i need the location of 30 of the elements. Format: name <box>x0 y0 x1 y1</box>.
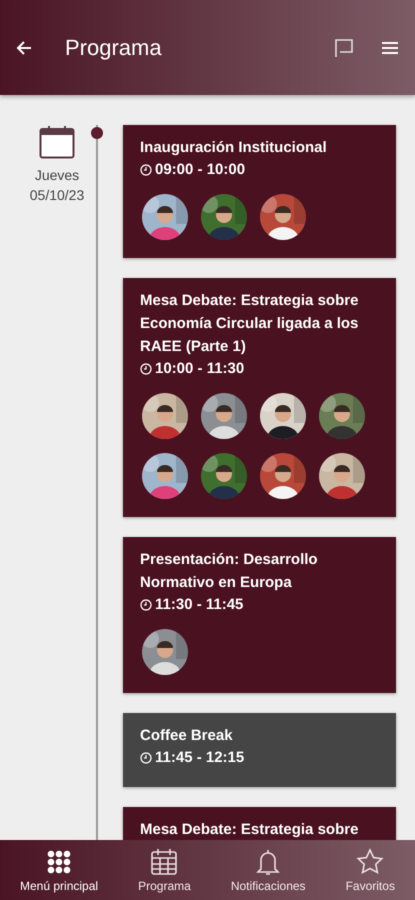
star-icon <box>355 847 386 877</box>
clock-icon <box>140 164 152 176</box>
nav-tab[interactable]: Notificaciones <box>226 845 310 895</box>
session-title: Coffee Break <box>140 726 234 746</box>
clock-icon <box>140 599 152 611</box>
page-title: Programa <box>65 34 163 60</box>
session-time: 09:00 - 10:00 <box>155 160 246 180</box>
nav-tab[interactable]: Programa <box>134 845 195 895</box>
session-time: 11:30 - 11:45 <box>155 595 244 615</box>
session-time: 11:45 - 12:15 <box>155 748 244 768</box>
break-card[interactable]: Coffee Break 11:45 - 12:15 <box>123 713 396 787</box>
calendar-icon <box>149 847 180 877</box>
session-title: Inauguración Institucional <box>140 138 328 158</box>
session-card[interactable]: Presentación: Desarrollo Normativo en Europa 11:30 - 11:45 <box>123 537 396 693</box>
nav-tab[interactable]: Favoritos <box>342 845 399 895</box>
session-card[interactable]: Mesa Debate: Estrategia sobre <box>123 807 396 840</box>
clock-icon <box>140 752 152 764</box>
calendar-icon <box>39 125 75 159</box>
session-title: Presentación: Desarrollo Normativo en Europa <box>140 550 319 593</box>
clock-icon <box>140 363 152 375</box>
session-card[interactable]: Inauguración Institucional 09:00 - 10:00 <box>123 125 396 258</box>
timeline-dot <box>91 127 103 139</box>
weekday-label: Jueves <box>34 166 80 185</box>
date-label: 05/10/23 <box>30 186 84 205</box>
flag-icon[interactable] <box>333 36 355 58</box>
session-time: 10:00 - 11:30 <box>155 359 244 379</box>
session-card[interactable]: Mesa Debate: Estrategia sobre Economía Circular ligada a los RAEE (Parte 1) 10:00 - 11:30 <box>123 278 396 517</box>
session-title: Mesa Debate: Estrategia sobre <box>140 820 360 840</box>
session-title: Mesa Debate: Estrategia sobre Economía Circular ligada a los RAEE (Parte 1) <box>140 291 360 357</box>
nav-tab[interactable]: Menú principal <box>16 845 102 895</box>
